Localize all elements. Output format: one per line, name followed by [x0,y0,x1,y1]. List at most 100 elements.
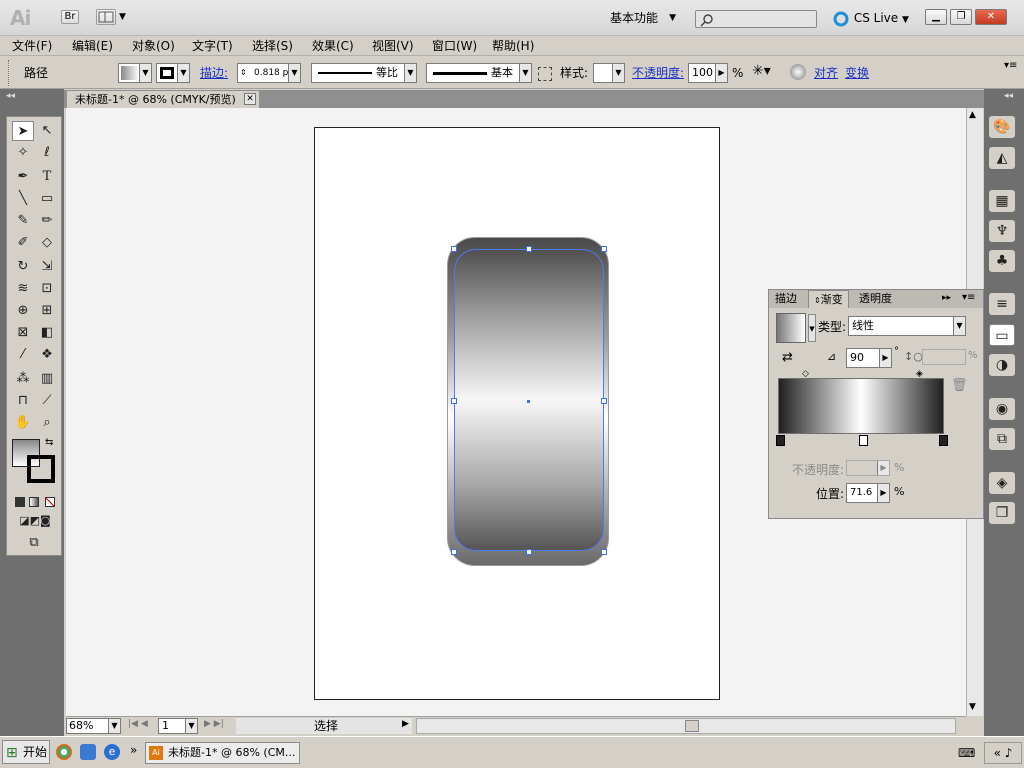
bridge-button[interactable]: Br [61,10,79,24]
collapse-panel-icon[interactable]: ▸▸ [942,293,951,303]
chevron-down-icon[interactable]: ▼ [119,12,126,22]
menu-type[interactable]: 文字(T) [192,38,233,54]
gradient-stop[interactable] [939,435,948,446]
expand-tray-icon[interactable]: « [994,746,1001,760]
layers-panel-icon[interactable]: ◈ [989,472,1015,494]
stroke-weight-field[interactable]: ⇕ 0.818 p ▼ [237,63,301,83]
gradient-mode-icon[interactable] [29,497,39,507]
rounded-rectangle-tool-icon[interactable]: ▭ [36,189,58,209]
swatches-panel-icon[interactable]: ▦ [989,190,1015,212]
first-artboard-icon[interactable]: |◀ ◀ [128,719,148,729]
brushes-panel-icon[interactable]: ♆ [989,220,1015,242]
close-window-button[interactable]: ✕ [975,9,1007,25]
stroke-panel-icon[interactable]: ≡ [989,293,1015,315]
eyedropper-tool-icon[interactable]: ⁄ [12,345,34,365]
volume-icon[interactable]: ♪ [1005,746,1013,760]
tab-gradient[interactable]: ⇕渐变 [808,290,849,308]
menu-file[interactable]: 文件(F) [12,38,52,54]
aspect-ratio-field[interactable] [922,349,966,365]
menu-view[interactable]: 视图(V) [372,38,414,54]
blend-tool-icon[interactable]: ❖ [36,345,58,365]
scroll-down-icon[interactable]: ▼ [969,702,976,712]
stroke-swatch[interactable]: ▼ [156,63,190,83]
magic-wand-tool-icon[interactable]: ✧ [12,143,34,163]
transparency-panel-icon[interactable]: ◑ [989,354,1015,376]
menu-window[interactable]: 窗口(W) [432,38,477,54]
stop-opacity-field[interactable]: ▶ [846,460,890,476]
blob-brush-tool-icon[interactable]: ✐ [12,233,34,253]
expand-dock-icon[interactable]: ◂◂ [1004,91,1013,101]
keyboard-icon[interactable]: ⌨ [958,746,975,760]
stop-location-field[interactable]: 71.6 ▶ [846,483,890,503]
selection-handle[interactable] [526,246,532,252]
panel-menu-icon[interactable]: ▾≡ [1004,60,1017,71]
tab-transparency[interactable]: 透明度 [854,290,897,308]
transform-link[interactable]: 变换 [845,65,869,81]
zoom-tool-icon[interactable]: ⌕ [36,413,58,433]
scale-tool-icon[interactable]: ⇲ [36,257,58,277]
perspective-grid-tool-icon[interactable]: ⊞ [36,301,58,321]
opacity-field[interactable]: 100 ▶ [688,63,728,83]
graphic-styles-icon[interactable]: ⧉ [989,428,1015,450]
none-mode-icon[interactable] [45,497,55,507]
gradient-thumbnail[interactable] [776,313,806,343]
status-menu[interactable]: 选择 [236,718,412,734]
appearance-panel-icon[interactable]: ◉ [989,398,1015,420]
hand-tool-icon[interactable]: ✋ [12,413,34,433]
control-bar-grip[interactable] [8,60,12,86]
stroke-color-swatch[interactable] [27,455,55,483]
menu-select[interactable]: 选择(S) [252,38,293,54]
symbol-sprayer-tool-icon[interactable]: ⁂ [12,369,34,389]
menu-effect[interactable]: 效果(C) [312,38,354,54]
panel-menu-icon[interactable]: ▾≡ [962,292,975,303]
horizontal-scrollbar[interactable] [416,718,956,734]
menu-help[interactable]: 帮助(H) [492,38,534,54]
quick-launch-icon[interactable] [80,744,96,760]
media-player-icon[interactable] [56,744,72,760]
isolation-icon[interactable] [790,64,806,80]
gradient-stop[interactable] [776,435,785,446]
pencil-tool-icon[interactable]: ✏ [36,211,58,231]
recolor-artwork-icon[interactable]: ✳▾ [752,63,780,83]
start-button[interactable]: ⊞ 开始 [2,740,50,764]
restore-button[interactable]: ❐ [950,9,972,25]
minimize-button[interactable]: ▁ [925,9,947,25]
search-input[interactable] [695,10,817,28]
color-panel-icon[interactable]: 🎨 [989,116,1015,138]
delete-stop-icon[interactable]: 🗑 [951,378,968,393]
more-programs-icon[interactable]: » [130,743,137,757]
workspace-switcher[interactable]: 基本功能 ▼ [600,8,684,28]
shape-builder-tool-icon[interactable]: ⊕ [12,301,34,321]
swap-colors-icon[interactable]: ⇆ [45,437,53,448]
fill-swatch[interactable]: ▼ [118,63,152,83]
brush-definition[interactable]: 基本 ▼ [426,63,532,83]
stroke-panel-link[interactable]: 描边: [200,65,228,81]
line-tool-icon[interactable]: ╲ [12,189,34,209]
last-artboard-icon[interactable]: ▶ ▶| [204,719,224,729]
free-transform-tool-icon[interactable]: ⊡ [36,279,58,299]
selection-handle[interactable] [526,549,532,555]
paintbrush-tool-icon[interactable]: ✎ [12,211,34,231]
rotate-tool-icon[interactable]: ↻ [12,257,34,277]
status-arrow-icon[interactable]: ▶ [402,719,409,729]
mesh-tool-icon[interactable]: ⊠ [12,323,34,343]
selection-handle[interactable] [451,549,457,555]
collapse-panel-icon[interactable]: ◂◂ [6,91,15,101]
menu-object[interactable]: 对象(O) [132,38,175,54]
artboard-number-field[interactable]: 1 ▼ [158,718,198,734]
color-mode-icon[interactable] [15,497,25,507]
scroll-thumb[interactable] [685,720,699,732]
variable-width-profile[interactable]: 等比 ▼ [311,63,417,83]
arrange-documents-icon[interactable] [96,9,116,25]
opacity-link[interactable]: 不透明度: [632,65,684,81]
selection-handle[interactable] [451,246,457,252]
gradient-type-select[interactable]: 线性 ▼ [848,316,966,336]
cs-live-button[interactable]: CS Live ▼ [832,8,909,28]
internet-explorer-icon[interactable]: e [104,744,120,760]
direct-selection-tool-icon[interactable]: ↖ [36,121,58,141]
selection-handle[interactable] [601,549,607,555]
gradient-stop[interactable] [859,435,868,446]
lasso-tool-icon[interactable]: ℓ [36,143,58,163]
document-tab[interactable]: 未标题-1* @ 68% (CMYK/预览) [66,90,260,108]
graphic-style-swatch[interactable]: ▼ [593,63,625,83]
